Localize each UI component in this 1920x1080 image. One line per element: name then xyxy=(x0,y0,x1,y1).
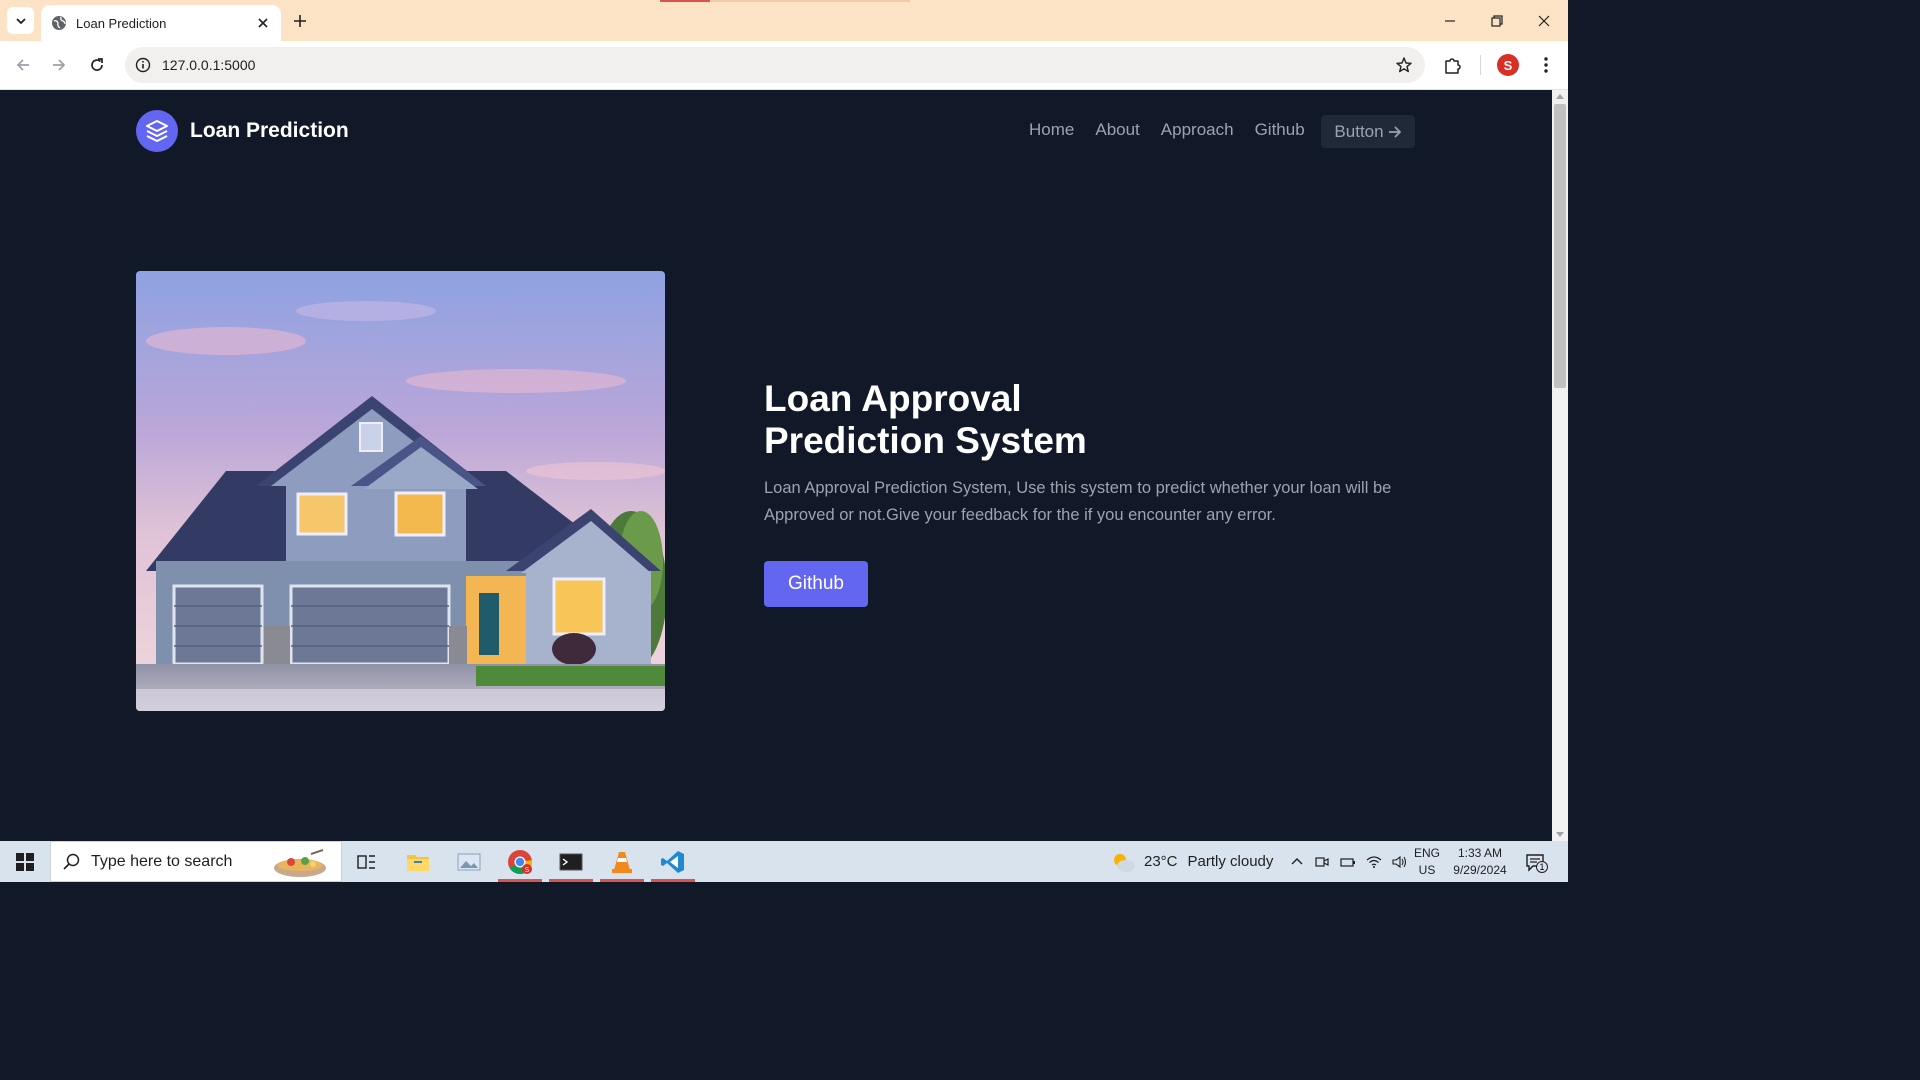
clock-date: 9/29/2024 xyxy=(1453,863,1507,877)
windows-logo-icon xyxy=(16,852,34,871)
profile-button[interactable]: S xyxy=(1496,53,1520,77)
nav-action-button[interactable]: Button xyxy=(1321,115,1415,148)
web-page: Loan Prediction Home About Approach Gith… xyxy=(0,90,1552,841)
browser-titlebar: Loan Prediction xyxy=(0,0,1568,41)
site-info-icon[interactable] xyxy=(135,57,151,73)
globe-icon xyxy=(51,15,67,31)
main-nav: Home About Approach Github xyxy=(1029,120,1326,140)
forward-button[interactable] xyxy=(46,52,72,78)
notification-count-badge: 1 xyxy=(1536,861,1548,873)
clock-time: 1:33 AM xyxy=(1457,846,1503,860)
close-tab-icon[interactable] xyxy=(255,15,271,31)
avatar: S xyxy=(1497,54,1519,76)
vlc-cone-icon xyxy=(612,851,632,873)
volume-icon[interactable] xyxy=(1392,855,1408,869)
reload-button[interactable] xyxy=(84,52,110,78)
tab-search-button[interactable] xyxy=(7,7,34,34)
taskbar-search-box[interactable]: Type here to search xyxy=(50,841,342,882)
notifications-button[interactable]: 1 xyxy=(1524,851,1548,873)
scroll-thumb[interactable] xyxy=(1554,104,1566,388)
brand[interactable]: Loan Prediction xyxy=(136,110,349,152)
tray-icons xyxy=(1290,841,1408,882)
chrome-icon: S xyxy=(508,849,533,874)
restore-icon xyxy=(1491,15,1503,27)
start-button[interactable] xyxy=(0,841,50,882)
close-window-button[interactable] xyxy=(1529,6,1559,36)
scroll-down-arrow-icon[interactable] xyxy=(1556,832,1564,837)
vlc-button[interactable] xyxy=(598,841,646,882)
svg-text:S: S xyxy=(525,866,530,874)
terminal-icon xyxy=(559,853,583,870)
terminal-button[interactable] xyxy=(547,841,595,882)
weather-description: Partly cloudy xyxy=(1187,853,1274,870)
vscode-button[interactable] xyxy=(649,841,697,882)
windows-taskbar: Type here to search S 23°C Partly cloudy xyxy=(0,841,1568,882)
photos-icon xyxy=(457,853,481,870)
browser-toolbar: 127.0.0.1:5000 S xyxy=(0,41,1568,90)
toolbar-divider xyxy=(1480,55,1481,75)
search-placeholder: Type here to search xyxy=(91,852,233,870)
partly-cloudy-icon xyxy=(1114,853,1135,872)
task-view-button[interactable] xyxy=(343,841,391,882)
arrow-right-icon xyxy=(53,59,66,71)
tab-strip-accent xyxy=(660,0,710,2)
search-icon xyxy=(63,853,80,870)
hero-description: Loan Approval Prediction System, Use thi… xyxy=(764,479,1392,524)
arrow-right-icon xyxy=(1388,125,1401,138)
language-code: ENG xyxy=(1414,846,1441,860)
task-view-icon xyxy=(357,854,375,869)
nav-button-label: Button xyxy=(1334,121,1384,141)
language-region: US xyxy=(1418,863,1436,877)
battery-icon[interactable] xyxy=(1340,855,1356,869)
meet-now-icon[interactable] xyxy=(1315,855,1329,869)
minimize-button[interactable] xyxy=(1435,6,1465,36)
page-scrollbar[interactable] xyxy=(1552,90,1568,841)
search-highlight-illustration-icon xyxy=(274,849,326,877)
layers-logo-icon xyxy=(136,110,178,152)
tab-title: Loan Prediction xyxy=(76,15,167,31)
file-explorer-button[interactable] xyxy=(394,841,442,882)
puzzle-icon xyxy=(1445,58,1461,74)
plus-icon xyxy=(294,15,306,27)
brand-name: Loan Prediction xyxy=(190,119,349,142)
new-tab-button[interactable] xyxy=(289,10,311,32)
browser-tab[interactable]: Loan Prediction xyxy=(41,5,281,41)
folder-icon xyxy=(407,854,429,871)
weather-temp: 23°C xyxy=(1144,853,1178,870)
photos-button[interactable] xyxy=(445,841,493,882)
nav-link-about[interactable]: About xyxy=(1095,120,1139,140)
minimize-icon xyxy=(1445,20,1455,22)
nav-link-github[interactable]: Github xyxy=(1255,120,1305,140)
browser-menu-button[interactable] xyxy=(1534,53,1558,77)
address-bar[interactable]: 127.0.0.1:5000 xyxy=(125,47,1425,83)
chevron-up-icon[interactable] xyxy=(1290,855,1304,869)
bookmark-star-icon[interactable] xyxy=(1395,56,1413,74)
hero-title: Loan Approval Prediction System xyxy=(764,378,1087,461)
system-clock[interactable]: 1:33 AM 9/29/2024 xyxy=(1452,845,1508,879)
tab-strip-accent-light xyxy=(710,0,910,2)
arrow-left-icon xyxy=(16,59,29,71)
github-button[interactable]: Github xyxy=(764,561,868,607)
nav-link-home[interactable]: Home xyxy=(1029,120,1074,140)
house-image xyxy=(136,271,665,711)
vscode-icon xyxy=(661,850,684,873)
scroll-up-arrow-icon[interactable] xyxy=(1556,94,1564,99)
close-icon xyxy=(1538,15,1550,27)
wifi-icon[interactable] xyxy=(1366,855,1382,869)
url-text[interactable]: 127.0.0.1:5000 xyxy=(162,57,255,73)
nav-link-approach[interactable]: Approach xyxy=(1161,120,1234,140)
back-button[interactable] xyxy=(10,52,36,78)
more-vertical-icon xyxy=(1544,57,1548,73)
weather-widget[interactable]: 23°C Partly cloudy xyxy=(1110,841,1273,882)
language-indicator[interactable]: ENG US xyxy=(1414,845,1440,879)
restore-button[interactable] xyxy=(1482,6,1512,36)
chevron-down-icon xyxy=(15,17,26,24)
reload-icon xyxy=(91,58,103,71)
extensions-button[interactable] xyxy=(1441,53,1465,77)
chrome-button[interactable]: S xyxy=(496,841,544,882)
